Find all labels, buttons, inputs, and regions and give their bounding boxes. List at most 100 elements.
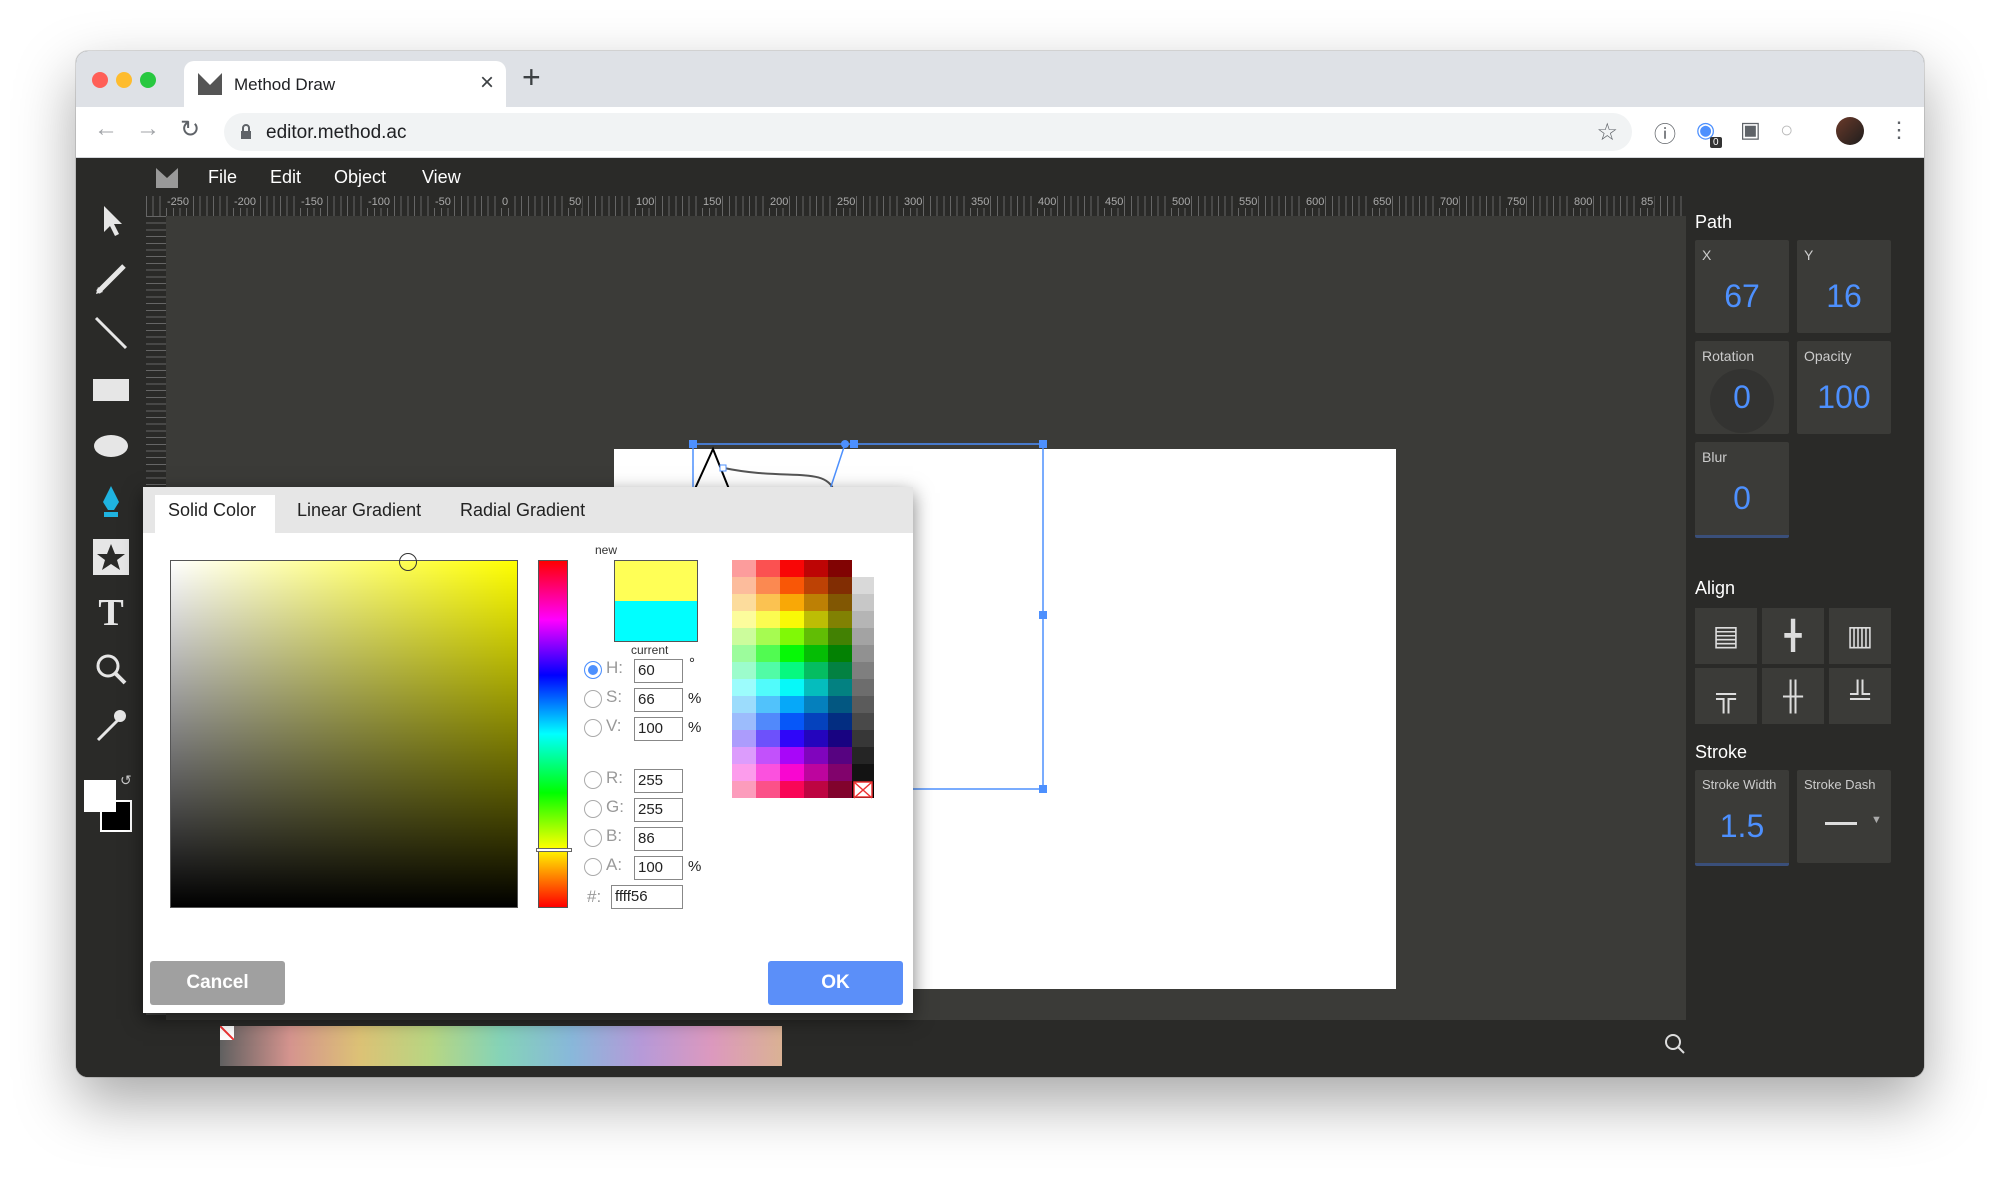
x-field[interactable]: X 67 (1695, 240, 1789, 333)
preset-swatch[interactable] (780, 764, 804, 781)
stroke-width-field[interactable]: Stroke Width 1.5 (1695, 770, 1789, 866)
align-middle-button[interactable]: ╫ (1762, 668, 1824, 724)
menu-edit[interactable]: Edit (270, 167, 301, 188)
preset-swatch[interactable] (828, 560, 852, 577)
rotation-value[interactable]: 0 (1695, 379, 1789, 416)
g-radio[interactable] (584, 800, 602, 818)
gray-swatch[interactable] (852, 662, 874, 679)
preset-swatch[interactable] (756, 611, 780, 628)
hue-slider[interactable] (536, 560, 572, 908)
preset-swatch[interactable] (732, 662, 756, 679)
opacity-value[interactable]: 100 (1797, 379, 1891, 416)
bookmark-star-icon[interactable]: ☆ (1596, 118, 1618, 147)
preset-swatch-grid[interactable] (732, 560, 878, 804)
preset-swatch[interactable] (780, 560, 804, 577)
preset-swatch[interactable] (828, 611, 852, 628)
blur-value[interactable]: 0 (1695, 480, 1789, 517)
align-top-button[interactable]: ╦ (1695, 668, 1757, 724)
saturation-value-picker[interactable] (170, 553, 518, 908)
preset-swatch[interactable] (780, 594, 804, 611)
align-center-button[interactable]: ╋ (1762, 608, 1824, 664)
hue-slider-handle[interactable] (536, 848, 572, 852)
gray-swatch[interactable] (852, 679, 874, 696)
preset-swatch[interactable] (828, 730, 852, 747)
gray-swatch[interactable] (852, 730, 874, 747)
profile-avatar[interactable] (1836, 117, 1864, 145)
select-tool-icon[interactable] (90, 198, 132, 240)
gray-swatch[interactable] (852, 696, 874, 713)
reload-icon[interactable]: ↻ (180, 115, 200, 144)
preset-swatch[interactable] (756, 696, 780, 713)
r-radio[interactable] (584, 771, 602, 789)
preset-swatch[interactable] (756, 764, 780, 781)
preset-swatch[interactable] (804, 611, 828, 628)
hex-input[interactable]: ffff56 (611, 885, 683, 909)
saturation-input[interactable]: 66 (634, 688, 683, 712)
ellipse-tool-icon[interactable] (90, 424, 132, 466)
preset-swatch[interactable] (732, 577, 756, 594)
y-value[interactable]: 16 (1797, 278, 1891, 315)
back-arrow-icon[interactable]: ← (94, 115, 118, 143)
preset-swatch[interactable] (828, 679, 852, 696)
tab-solid-color[interactable]: Solid Color (168, 500, 256, 521)
preset-swatch[interactable] (732, 594, 756, 611)
line-tool-icon[interactable] (90, 312, 132, 354)
blue-input[interactable]: 86 (634, 827, 683, 851)
preset-swatch[interactable] (732, 560, 756, 577)
tab-linear-gradient[interactable]: Linear Gradient (297, 500, 421, 521)
menu-object[interactable]: Object (334, 167, 386, 188)
preset-swatch[interactable] (780, 577, 804, 594)
preset-swatch[interactable] (732, 645, 756, 662)
preset-swatch[interactable] (804, 781, 828, 798)
preset-swatch[interactable] (780, 628, 804, 645)
pen-tool-icon[interactable] (90, 480, 132, 522)
x-value[interactable]: 67 (1695, 278, 1789, 315)
gray-swatch[interactable] (852, 713, 874, 730)
b-radio[interactable] (584, 829, 602, 847)
gray-swatch[interactable] (852, 645, 874, 662)
preset-swatch[interactable] (756, 781, 780, 798)
preset-swatch[interactable] (756, 679, 780, 696)
color-palette-strip[interactable] (220, 1026, 782, 1066)
grammarly-extension-icon[interactable]: ○ (1780, 117, 1793, 143)
browser-tab[interactable]: Method Draw × (184, 61, 506, 107)
gray-swatch[interactable] (852, 611, 874, 628)
preset-swatch[interactable] (732, 713, 756, 730)
pencil-tool-icon[interactable] (90, 256, 132, 298)
preset-swatch[interactable] (828, 696, 852, 713)
preset-swatch[interactable] (780, 781, 804, 798)
align-right-button[interactable]: ▥ (1829, 608, 1891, 664)
preset-swatch[interactable] (780, 679, 804, 696)
preset-swatch[interactable] (780, 696, 804, 713)
preset-swatch[interactable] (828, 645, 852, 662)
a-radio[interactable] (584, 858, 602, 876)
preset-swatch[interactable] (804, 560, 828, 577)
preset-swatch[interactable] (732, 628, 756, 645)
preset-swatch[interactable] (804, 764, 828, 781)
gray-swatch[interactable] (852, 577, 874, 594)
minimize-window-button[interactable] (116, 72, 132, 88)
preset-swatch[interactable] (804, 628, 828, 645)
preset-swatch[interactable] (780, 713, 804, 730)
maximize-window-button[interactable] (140, 72, 156, 88)
forward-arrow-icon[interactable]: → (136, 115, 160, 143)
preset-swatch[interactable] (804, 577, 828, 594)
menu-file[interactable]: File (208, 167, 237, 188)
current-color-preview[interactable] (615, 601, 697, 641)
s-radio[interactable] (584, 690, 602, 708)
preset-swatch[interactable] (828, 628, 852, 645)
stroke-dash-field[interactable]: Stroke Dash ▼ (1797, 770, 1891, 863)
preset-swatch[interactable] (780, 747, 804, 764)
preset-swatch[interactable] (756, 713, 780, 730)
align-bottom-button[interactable]: ╩ (1829, 668, 1891, 724)
fill-color-swatch[interactable] (84, 780, 116, 812)
text-tool-icon[interactable]: T (90, 592, 132, 634)
menu-view[interactable]: View (422, 167, 461, 188)
blur-field[interactable]: Blur 0 (1695, 442, 1789, 538)
no-color-swatch[interactable] (219, 1025, 235, 1041)
alpha-input[interactable]: 100 (634, 856, 683, 880)
notion-extension-icon[interactable]: ▣ (1740, 117, 1761, 143)
gray-swatch[interactable] (852, 628, 874, 645)
preset-swatch[interactable] (756, 577, 780, 594)
preset-swatch[interactable] (732, 747, 756, 764)
